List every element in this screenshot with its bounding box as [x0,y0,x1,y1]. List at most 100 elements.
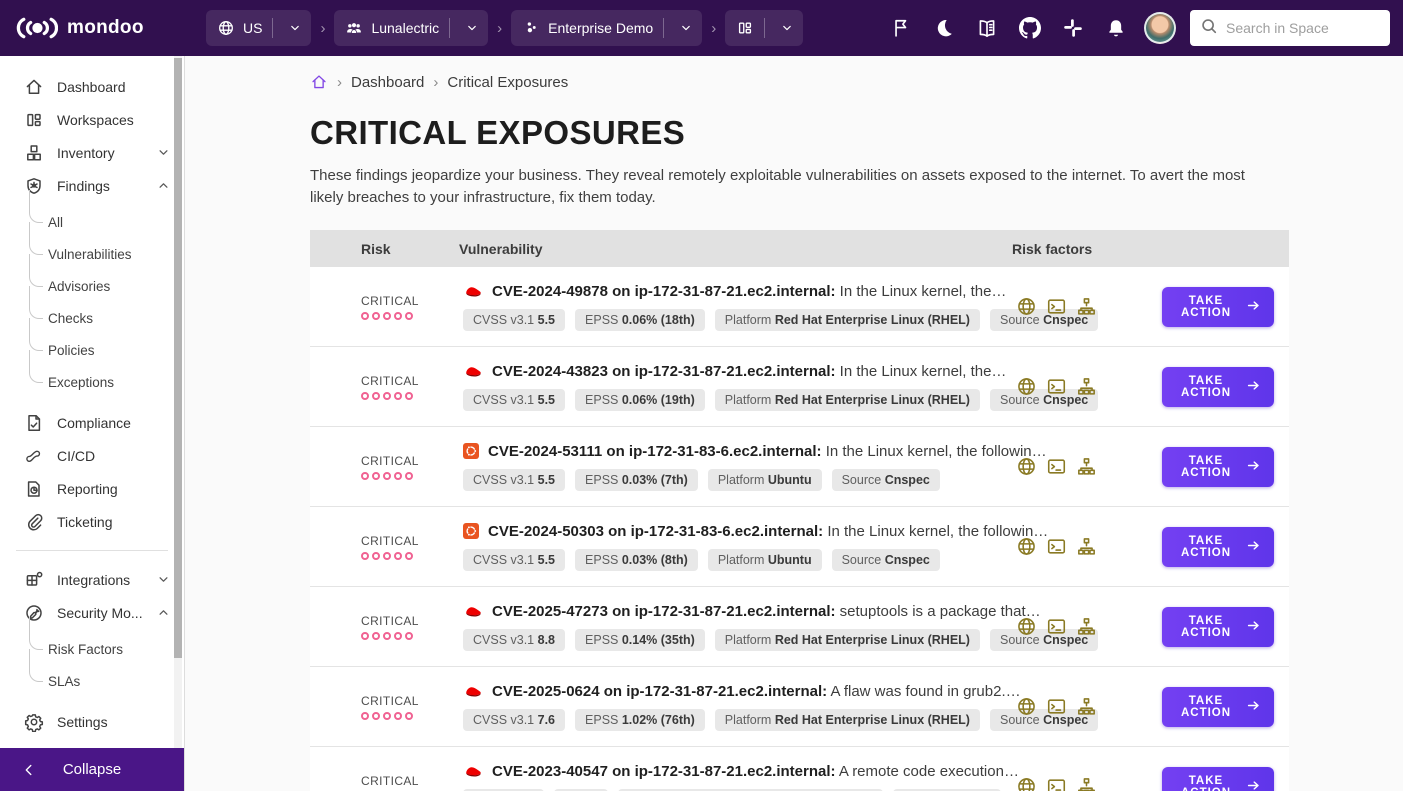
sidebar-item-reporting[interactable]: Reporting [0,472,184,505]
mondoo-logo[interactable]: mondoo [16,15,188,41]
sidebar-subitem-all[interactable]: All [0,206,184,238]
badge-row: CVSS v3.1 5.5EPSS 0.03% (7th)Platform Ub… [463,469,1012,491]
internet-risk-factor-icon[interactable] [1016,536,1037,557]
vulnerability-link[interactable]: CVE-2023-40547 on ip-172-31-87-21.ec2.in… [492,763,1019,780]
feature-flags-button[interactable] [884,12,917,45]
sidebar-item-workspaces[interactable]: Workspaces [0,103,184,136]
user-avatar[interactable] [1144,12,1176,44]
internet-risk-factor-icon[interactable] [1016,696,1037,717]
table-row: CRITICAL CVE-2024-53111 on ip-172-31-83-… [310,427,1289,507]
docs-button[interactable] [970,12,1003,45]
ubuntu-icon [463,443,479,459]
organization-selector[interactable]: Lunalectric [334,10,488,46]
home-icon[interactable] [310,73,328,91]
take-action-button[interactable]: TAKE ACTION [1162,687,1274,727]
sidebar-subitem-vulnerabilities[interactable]: Vulnerabilities [0,238,184,270]
badge-platform: Platform Red Hat Enterprise Linux (RHEL) [715,309,980,331]
vulnerability-link[interactable]: CVE-2024-49878 on ip-172-31-87-21.ec2.in… [492,283,1006,300]
space-selector[interactable]: Enterprise Demo [511,10,702,46]
terminal-risk-factor-icon[interactable] [1046,296,1067,317]
sidebar-item-integrations[interactable]: Integrations [0,563,184,596]
github-button[interactable] [1013,12,1046,45]
terminal-risk-factor-icon[interactable] [1046,456,1067,477]
sidebar-item-settings[interactable]: Settings [0,705,184,738]
network-risk-factor-icon[interactable] [1076,776,1097,791]
scope-separator: › [492,20,507,37]
terminal-risk-factor-icon[interactable] [1046,536,1067,557]
vulnerability-link[interactable]: CVE-2024-50303 on ip-172-31-83-6.ec2.int… [488,523,1048,540]
internet-risk-factor-icon[interactable] [1016,456,1037,477]
take-action-button[interactable]: TAKE ACTION [1162,287,1274,327]
network-risk-factor-icon[interactable] [1076,456,1097,477]
take-action-button[interactable]: TAKE ACTION [1162,447,1274,487]
sidebar-scrollbar[interactable] [174,56,182,748]
vulnerability-link[interactable]: CVE-2025-0624 on ip-172-31-87-21.ec2.int… [492,683,1021,700]
chevron-down-icon[interactable] [281,13,309,43]
sidebar-collapse-button[interactable]: Collapse [0,748,184,791]
table-row: CRITICAL CVE-2025-0624 on ip-172-31-87-2… [310,667,1289,747]
sidebar-subitem-risk-factors[interactable]: Risk Factors [0,633,184,665]
vulnerability-link[interactable]: CVE-2024-53111 on ip-172-31-83-6.ec2.int… [488,443,1047,460]
internet-risk-factor-icon[interactable] [1016,296,1037,317]
network-risk-factor-icon[interactable] [1076,696,1097,717]
network-risk-factor-icon[interactable] [1076,536,1097,557]
chevron-down-icon[interactable] [458,13,486,43]
sidebar-item-ci-cd[interactable]: CI/CD [0,439,184,472]
terminal-risk-factor-icon[interactable] [1046,776,1067,791]
risk-severity-label: CRITICAL [361,294,459,308]
sidebar-subitem-checks[interactable]: Checks [0,302,184,334]
internet-risk-factor-icon[interactable] [1016,776,1037,791]
badge-platform: Platform Red Hat Enterprise Linux (RHEL) [715,629,980,651]
risk-factors-cell [1012,456,1162,477]
dark-mode-toggle[interactable] [927,12,960,45]
breadcrumb-item[interactable]: Critical Exposures [447,74,568,91]
internet-risk-factor-icon[interactable] [1016,616,1037,637]
internet-risk-factor-icon[interactable] [1016,376,1037,397]
sidebar-subitem-exceptions[interactable]: Exceptions [0,366,184,398]
terminal-risk-factor-icon[interactable] [1046,376,1067,397]
search-input[interactable] [1226,20,1380,36]
reporting-icon [24,479,44,499]
take-action-button[interactable]: TAKE ACTION [1162,607,1274,647]
vulnerability-link[interactable]: CVE-2025-47273 on ip-172-31-87-21.ec2.in… [492,603,1041,620]
risk-cell: CRITICAL [310,534,459,560]
sidebar-item-security-mo[interactable]: Security Mo... [0,596,184,629]
navbar-icon-group [884,12,1132,45]
arrow-right-icon [1246,538,1261,556]
badge-row: CVSS v3.1 5.5EPSS 0.03% (8th)Platform Ub… [463,549,1012,571]
network-risk-factor-icon[interactable] [1076,296,1097,317]
breadcrumb-item[interactable]: Dashboard [351,74,424,91]
slack-button[interactable] [1056,12,1089,45]
take-action-button[interactable]: TAKE ACTION [1162,527,1274,567]
severity-dot [405,472,413,480]
region-selector[interactable]: US [206,10,311,46]
sidebar-item-inventory[interactable]: Inventory [0,136,184,169]
terminal-risk-factor-icon[interactable] [1046,616,1067,637]
sidebar-subitem-policies[interactable]: Policies [0,334,184,366]
redhat-icon [463,604,483,618]
network-risk-factor-icon[interactable] [1076,616,1097,637]
sidebar-item-dashboard[interactable]: Dashboard [0,70,184,103]
vulnerability-link[interactable]: CVE-2024-43823 on ip-172-31-87-21.ec2.in… [492,363,1006,380]
workspace-selector[interactable] [725,10,803,46]
settings-icon [24,712,44,732]
take-action-button[interactable]: TAKE ACTION [1162,767,1274,791]
notifications-button[interactable] [1099,12,1132,45]
badge-cvss-v3-1: CVSS v3.1 5.5 [463,549,565,571]
chevron-down-icon[interactable] [672,13,700,43]
take-action-button[interactable]: TAKE ACTION [1162,367,1274,407]
redhat-icon [463,764,483,778]
column-header-risk: Risk [310,241,459,257]
terminal-risk-factor-icon[interactable] [1046,696,1067,717]
sidebar-subitem-advisories[interactable]: Advisories [0,270,184,302]
network-risk-factor-icon[interactable] [1076,376,1097,397]
chevron-down-icon[interactable] [773,13,801,43]
github-icon [1019,17,1041,39]
severity-dot [383,472,391,480]
sidebar-item-ticketing[interactable]: Ticketing [0,505,184,538]
sidebar-subitem-slas[interactable]: SLAs [0,665,184,697]
sidebar-item-findings[interactable]: Findings [0,169,184,202]
column-header-risk-factors: Risk factors [1012,241,1289,257]
sidebar-item-compliance[interactable]: Compliance [0,406,184,439]
severity-dot [383,552,391,560]
